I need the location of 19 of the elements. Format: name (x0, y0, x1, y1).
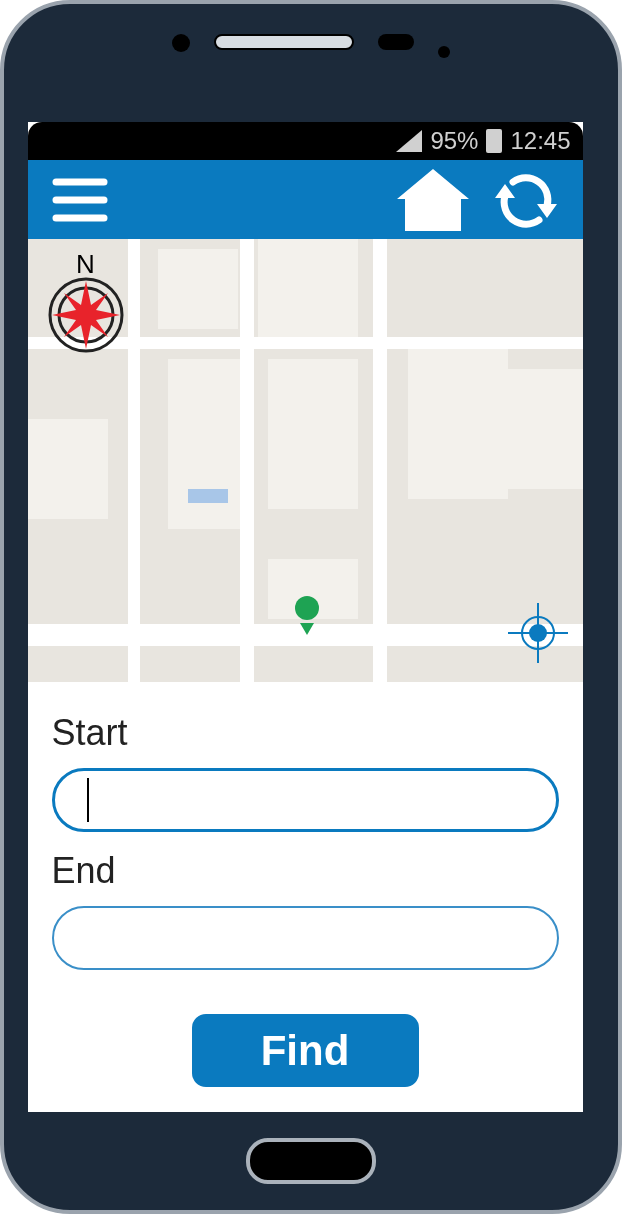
locate-crosshair-icon[interactable] (507, 603, 568, 663)
camera-icon (438, 46, 450, 58)
battery-percent: 95% (430, 126, 479, 156)
field-label: Start (51, 711, 129, 755)
location-pin-icon (293, 595, 320, 635)
home-icon[interactable] (396, 168, 469, 231)
find-button[interactable]: Find (191, 1014, 419, 1087)
battery-icon (486, 129, 503, 153)
text-cursor (86, 778, 89, 822)
camera-icon (172, 34, 190, 52)
signal-icon (396, 130, 423, 152)
speaker-grille-icon (214, 34, 354, 50)
clock-time: 12:45 (510, 126, 571, 156)
compass-north-label: N (76, 251, 95, 277)
map-view[interactable]: N (27, 239, 583, 682)
field-label: End (51, 849, 117, 893)
sensor-icon (378, 34, 414, 50)
compass-rose-icon[interactable] (47, 277, 124, 353)
home-button[interactable] (246, 1138, 376, 1184)
